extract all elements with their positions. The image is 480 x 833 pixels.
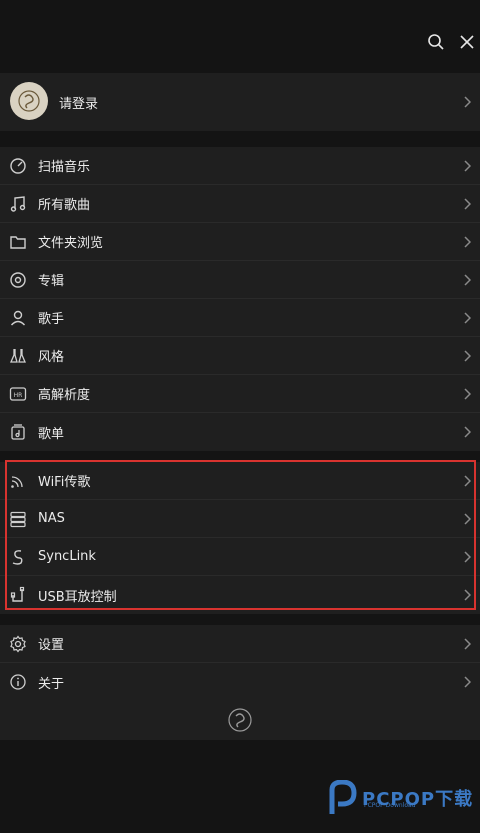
close-button[interactable] [453,28,480,56]
usb-dac-icon [8,585,28,605]
playlist-icon [8,422,28,442]
chevron-right-icon [462,550,472,564]
gear-icon [8,634,28,654]
search-icon [428,34,444,50]
menu-item-synclink[interactable]: SyncLink [0,538,480,576]
chevron-right-icon [462,387,472,401]
footer-logo [0,700,480,740]
network-menu: WiFi传歌 NAS SyncLink USB耳放控制 [0,462,480,614]
chevron-right-icon [462,349,472,363]
menu-label: 歌手 [38,312,65,327]
folder-icon [8,232,28,252]
menu-item-wifi-transfer[interactable]: WiFi传歌 [0,462,480,500]
menu-item-about[interactable]: 关于 [0,663,480,701]
close-icon [460,35,474,49]
menu-label: 关于 [38,676,65,692]
menu-label: 文件夹浏览 [38,236,104,251]
music-note-icon [8,194,28,214]
menu-label: 高解析度 [38,388,91,403]
menu-item-settings[interactable]: 设置 [0,625,480,663]
menu-item-folder-browse[interactable]: 文件夹浏览 [0,223,480,261]
top-bar [0,14,480,72]
chevron-right-icon [462,675,472,689]
login-row[interactable]: 请登录 [0,73,480,131]
chevron-right-icon [462,235,472,249]
chevron-right-icon [462,197,472,211]
chevron-right-icon [462,95,472,109]
chevron-right-icon [462,311,472,325]
synclink-icon [8,547,28,567]
menu-label: NAS [38,511,65,526]
menu-label: 扫描音乐 [38,160,91,175]
hr-icon: HR [8,384,28,404]
menu-label: 所有歌曲 [38,198,91,213]
menu-item-playlists[interactable]: 歌单 [0,413,480,451]
menu-label: 专辑 [38,274,65,289]
login-label: 请登录 [59,96,99,112]
library-menu: 扫描音乐 所有歌曲 文件夹浏览 专辑 歌手 风格 HR 高解析度 歌单 [0,147,480,451]
shanling-logo-icon [18,90,40,112]
menu-label: 歌单 [38,426,65,442]
menu-label: WiFi传歌 [38,475,91,490]
shanling-logo-icon [228,708,252,732]
chevron-right-icon [462,512,472,526]
info-icon [8,672,28,692]
settings-menu: 设置 关于 [0,625,480,701]
chevron-right-icon [462,425,472,439]
wifi-icon [8,471,28,491]
menu-label: 风格 [38,350,65,365]
watermark-subtext: PCPOP Download [364,802,416,809]
chevron-right-icon [462,474,472,488]
status-bar [0,0,480,14]
menu-label: USB耳放控制 [38,589,117,605]
search-button[interactable] [422,28,450,56]
menu-item-albums[interactable]: 专辑 [0,261,480,299]
svg-text:HR: HR [14,392,23,399]
scan-icon [8,156,28,176]
chevron-right-icon [462,273,472,287]
menu-label: SyncLink [38,549,96,564]
nas-icon [8,509,28,529]
avatar [10,82,48,120]
chevron-right-icon [462,588,472,602]
pcpop-logo-icon [329,780,357,814]
menu-item-all-songs[interactable]: 所有歌曲 [0,185,480,223]
person-icon [8,308,28,328]
login-section: 请登录 [0,73,480,131]
chevron-right-icon [462,159,472,173]
menu-item-artists[interactable]: 歌手 [0,299,480,337]
menu-item-nas[interactable]: NAS [0,500,480,538]
menu-label: 设置 [38,638,65,653]
disc-icon [8,270,28,290]
genre-icon [8,346,28,366]
menu-item-genres[interactable]: 风格 [0,337,480,375]
menu-item-usb-dac-control[interactable]: USB耳放控制 [0,576,480,614]
menu-item-hi-res[interactable]: HR 高解析度 [0,375,480,413]
chevron-right-icon [462,637,472,651]
menu-item-scan-music[interactable]: 扫描音乐 [0,147,480,185]
watermark: PCPOP下载 PCPOP Download [326,780,473,816]
